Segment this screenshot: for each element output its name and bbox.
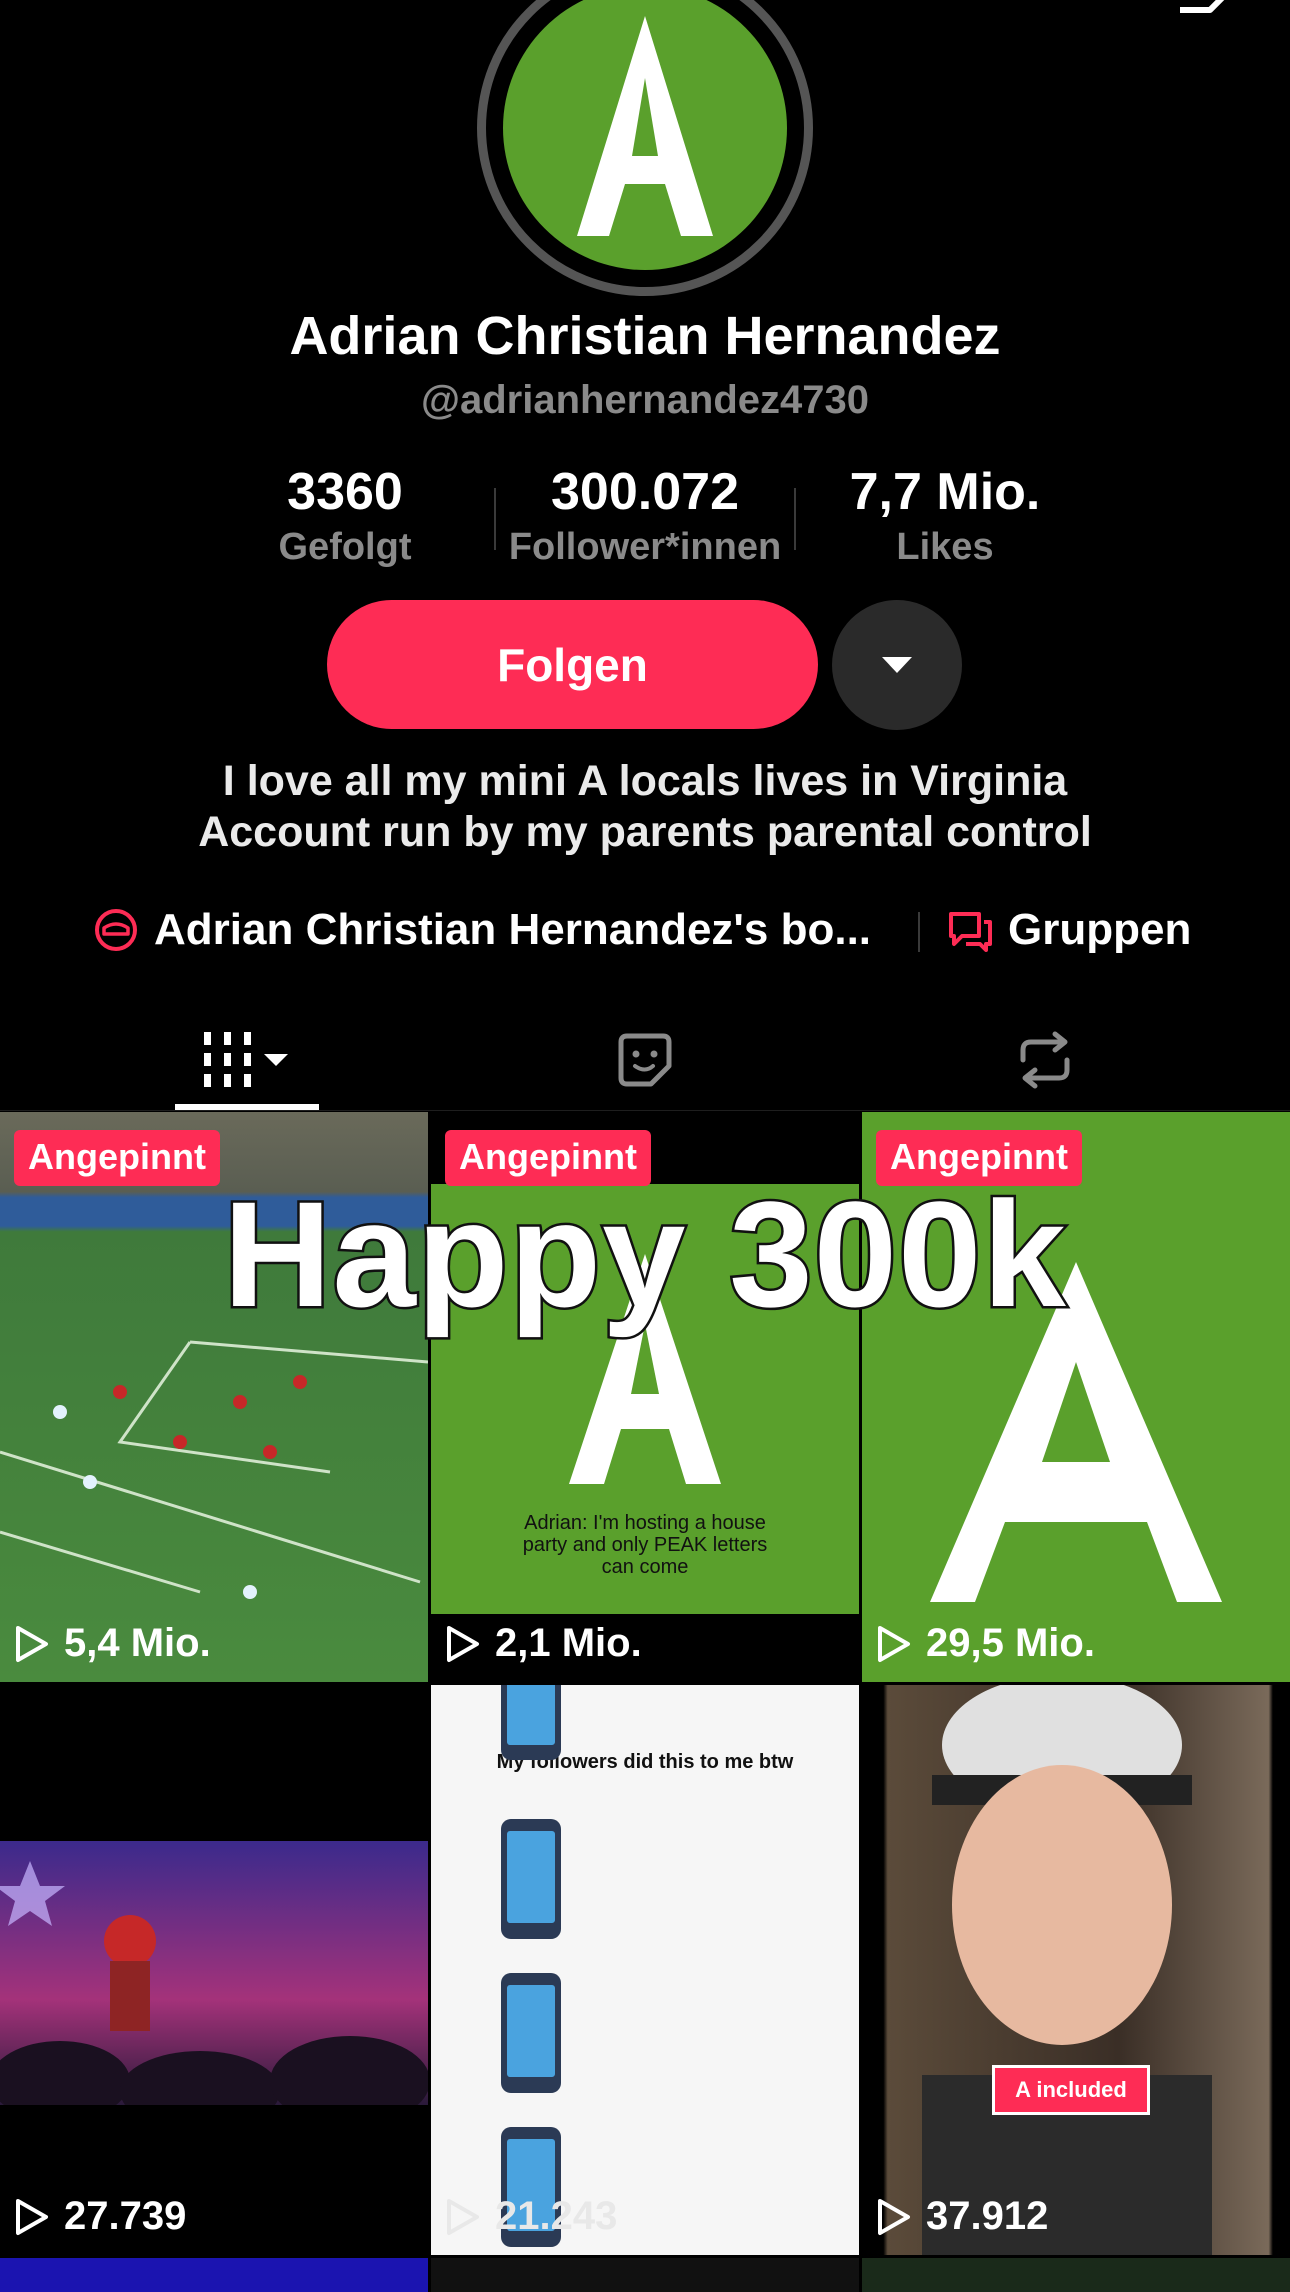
video-thumbnail[interactable]: 27.739 <box>0 1685 428 2255</box>
view-count-label: 2,1 Mio. <box>495 1621 642 1665</box>
stat-likes-label: Likes <box>896 526 994 568</box>
view-count-label: 21.243 <box>495 2194 618 2238</box>
view-count: 21.243 <box>445 2194 617 2239</box>
showcase-link-label: Adrian Christian Hernandez's bo... <box>154 905 872 954</box>
phone-images-graphic <box>501 1685 561 2247</box>
sticker-icon <box>618 1033 672 1087</box>
stat-followers-value: 300.072 <box>551 463 739 521</box>
play-icon <box>878 2198 910 2235</box>
grid-icon <box>204 1032 288 1087</box>
stat-likes-value: 7,7 Mio. <box>849 463 1041 521</box>
repost-icon <box>1020 1031 1070 1089</box>
view-count-label: 5,4 Mio. <box>64 1621 211 1665</box>
stat-followers[interactable]: 300.072 Follower*innen <box>495 462 795 569</box>
tab-stickers[interactable] <box>595 1010 695 1110</box>
milestone-overlay-text: Happy 300k <box>221 1168 1069 1341</box>
share-icon[interactable] <box>1170 0 1240 20</box>
display-name: Adrian Christian Hernandez <box>289 306 1001 366</box>
view-count: 29,5 Mio. <box>876 1621 1095 1666</box>
follow-button[interactable]: Folgen <box>327 600 818 729</box>
view-count: 27.739 <box>14 2194 186 2239</box>
bio-line-1: I love all my mini A locals lives in Vir… <box>222 757 1068 805</box>
stat-following-value: 3360 <box>287 463 403 521</box>
tab-bar-divider <box>0 1110 1290 1111</box>
bio-line-2: Account run by my parents parental contr… <box>198 808 1092 856</box>
suggested-accounts-button[interactable] <box>832 600 962 730</box>
showcase-icon <box>95 909 137 951</box>
play-icon <box>878 1625 910 1662</box>
play-icon <box>16 1625 48 1662</box>
video-caption: Adrian: I'm hosting a house party and on… <box>522 1512 768 1578</box>
video-thumbnail[interactable]: A included 37.912 <box>862 1685 1290 2255</box>
view-count: 37.912 <box>876 2194 1048 2239</box>
view-count: 2,1 Mio. <box>445 1621 642 1666</box>
stat-likes[interactable]: 7,7 Mio. Likes <box>820 462 1070 569</box>
stat-followers-label: Follower*innen <box>508 526 782 568</box>
video-thumbnail-partial[interactable] <box>0 2258 428 2292</box>
tab-videos[interactable] <box>175 1010 319 1110</box>
video-thumbnail[interactable]: My followers did this to me btw 21.243 <box>431 1685 859 2255</box>
video-thumbnail-partial[interactable] <box>862 2258 1290 2292</box>
dropdown-caret-icon <box>882 657 912 673</box>
back-icon[interactable] <box>50 0 90 10</box>
video-tag: A included <box>992 2065 1150 2115</box>
groups-icon <box>949 912 992 952</box>
bell-icon[interactable] <box>1060 0 1120 20</box>
tab-reposts[interactable] <box>995 1010 1095 1110</box>
stat-divider <box>794 488 796 550</box>
link-divider <box>918 912 920 952</box>
view-count-label: 29,5 Mio. <box>926 1621 1095 1665</box>
view-count-label: 37.912 <box>926 2194 1049 2238</box>
person-graphic <box>922 1685 1212 2255</box>
play-icon <box>447 1625 479 1662</box>
username-handle: @adrianhernandez4730 <box>420 378 870 422</box>
view-count-label: 27.739 <box>64 2194 187 2238</box>
stage-scene-graphic <box>0 1861 428 2105</box>
groups-link-label: Gruppen <box>1008 905 1192 954</box>
view-count: 5,4 Mio. <box>14 1621 211 1666</box>
groups-link[interactable]: Gruppen <box>946 900 1191 960</box>
showcase-link[interactable]: Adrian Christian Hernandez's bo... <box>92 900 871 960</box>
stat-following[interactable]: 3360 Gefolgt <box>245 462 445 569</box>
stat-following-label: Gefolgt <box>278 526 412 568</box>
play-icon <box>447 2198 479 2235</box>
video-thumbnail-partial[interactable] <box>431 2258 859 2292</box>
play-icon <box>16 2198 48 2235</box>
